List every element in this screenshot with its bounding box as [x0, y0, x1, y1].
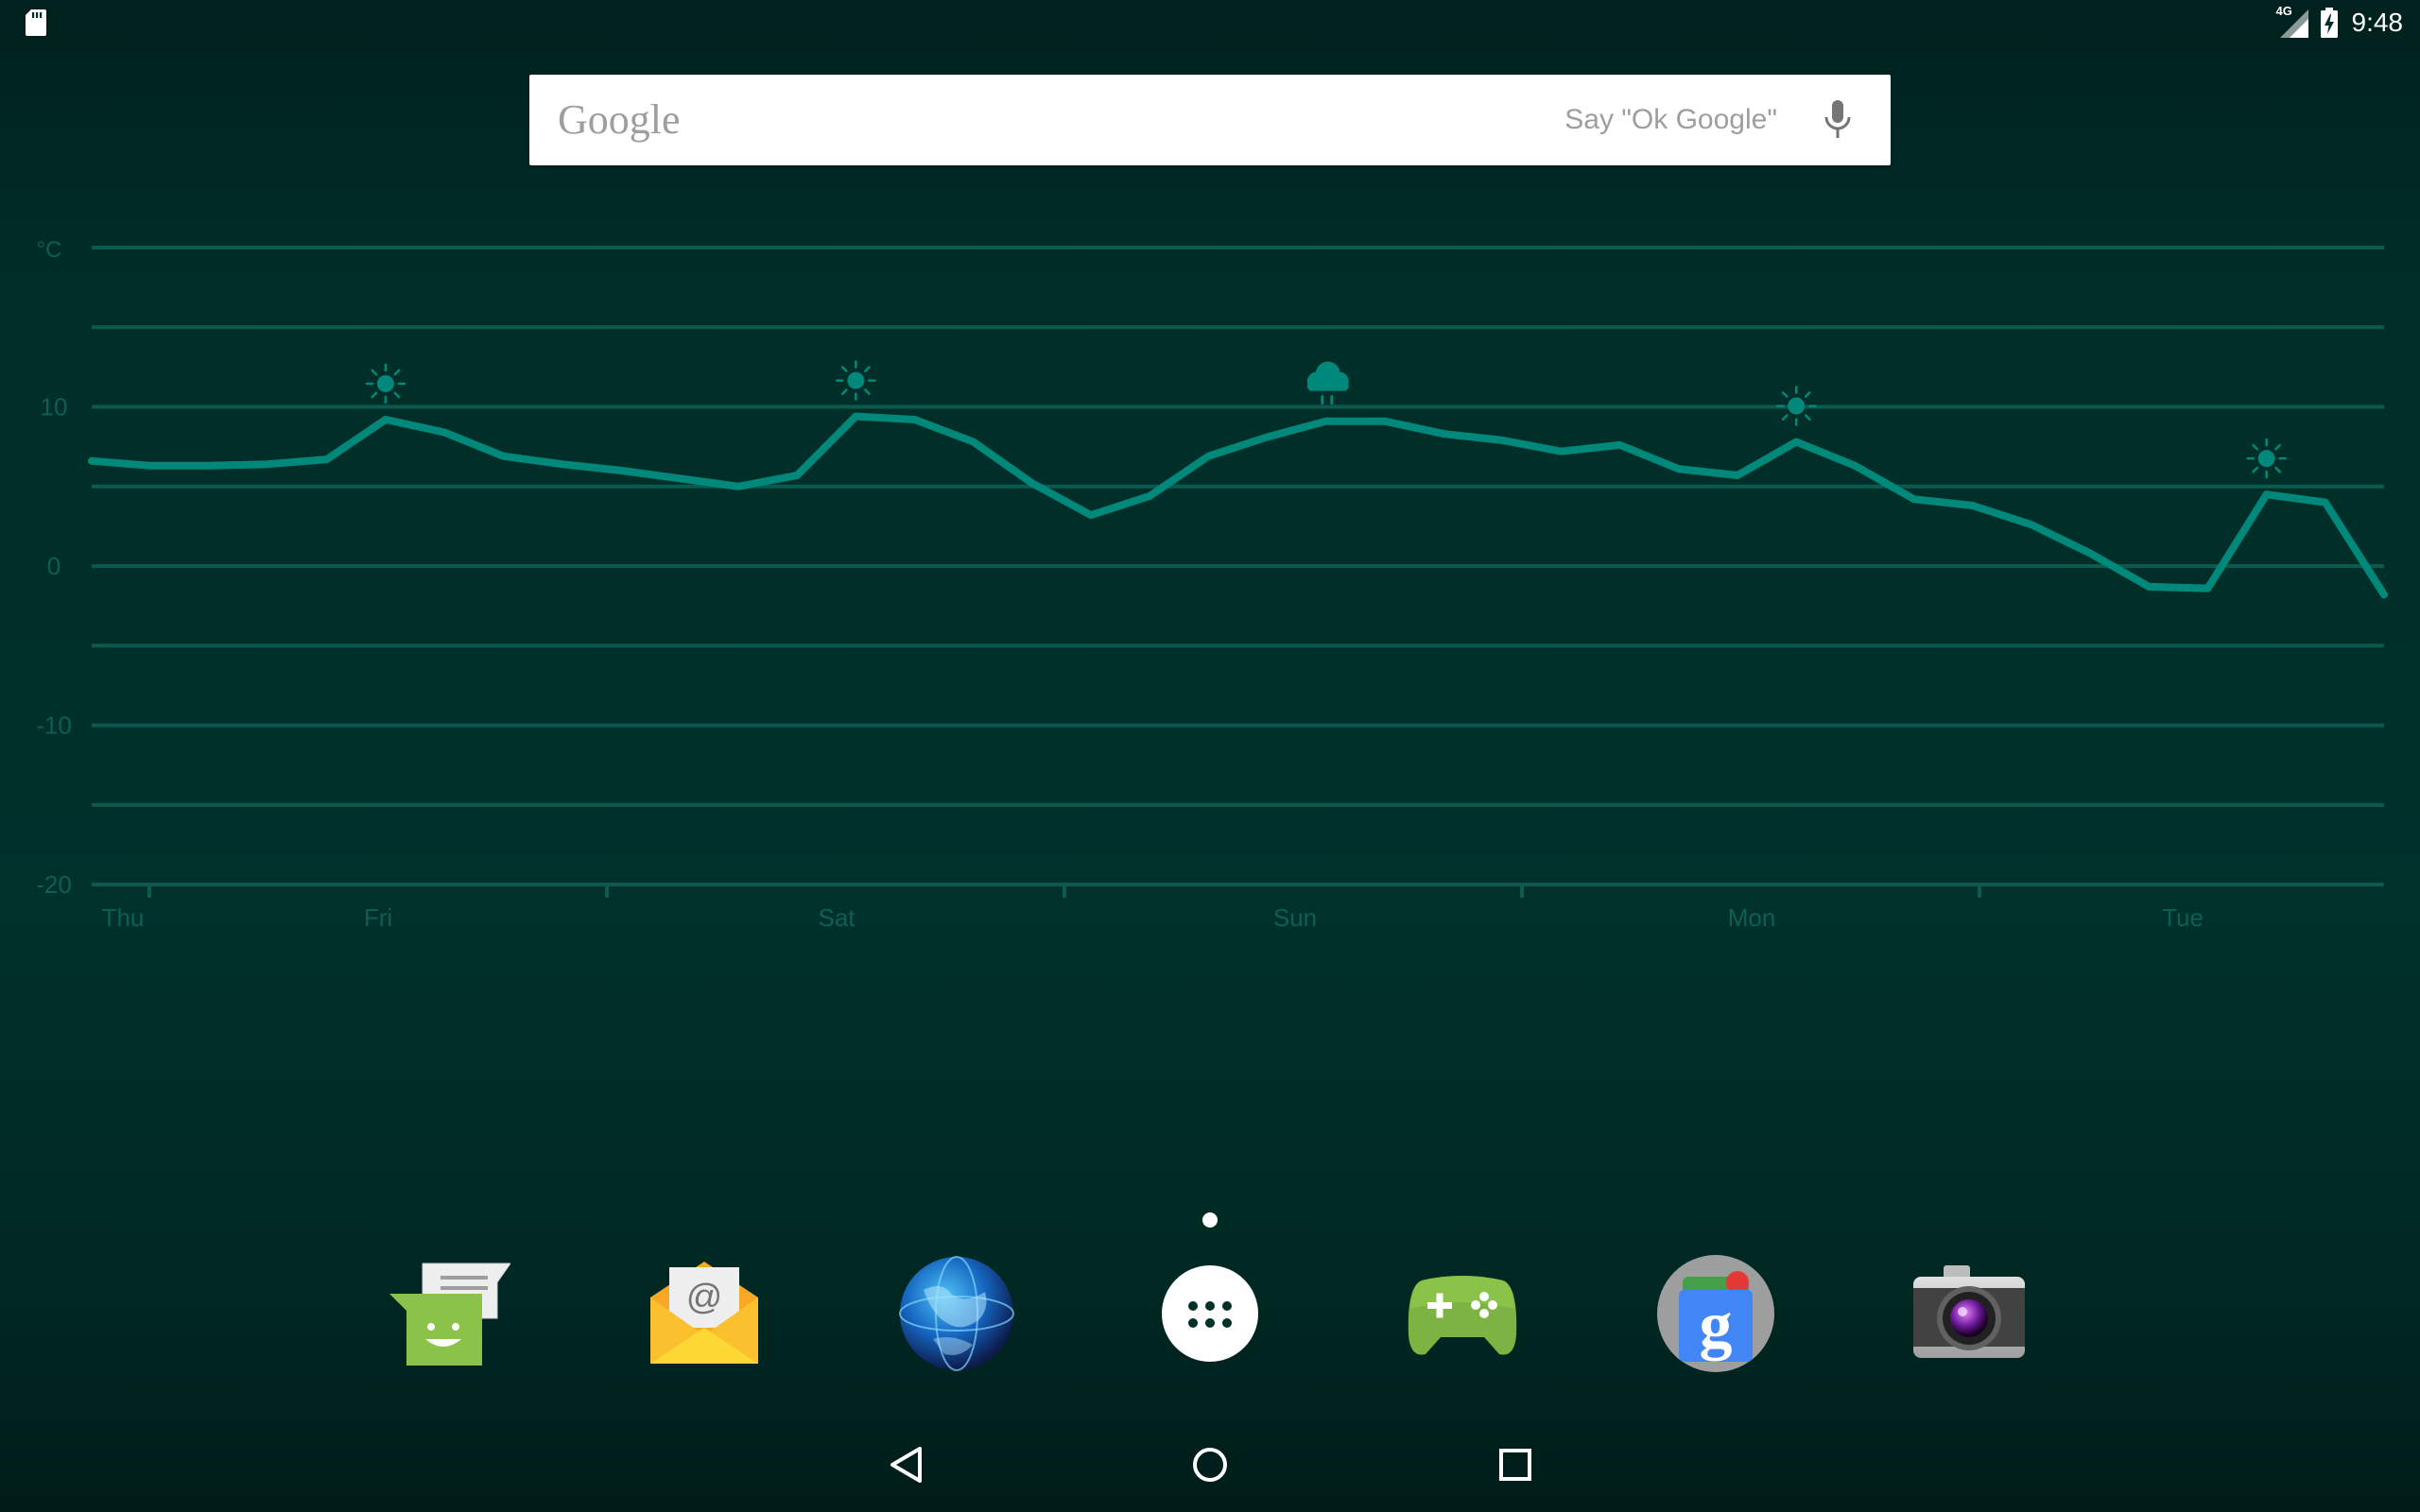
- y-tick-label: 10: [41, 393, 68, 421]
- camera-icon: [1913, 1265, 2025, 1358]
- navigation-bar: [0, 1418, 2420, 1512]
- day-label: Thu: [102, 903, 145, 932]
- battery-charging-icon: [2320, 8, 2338, 38]
- sun-icon: [2246, 438, 2287, 479]
- camera-app[interactable]: [1908, 1252, 2031, 1375]
- day-label: Tue: [2162, 903, 2204, 932]
- sun-icon: [1775, 386, 1817, 426]
- status-bar: 4G 9:48: [0, 0, 2420, 45]
- rain-cloud-icon: [1306, 361, 1349, 405]
- y-tick-label: 0: [47, 552, 60, 580]
- y-tick-label: -10: [36, 712, 72, 740]
- sd-card-icon: [26, 9, 46, 36]
- all-apps-button[interactable]: [1149, 1252, 1271, 1375]
- weather-chart: °C 10 0 -10 -20 Thu Fri Sat Sun Mon Tue: [36, 237, 2388, 932]
- browser-globe-icon: [899, 1256, 1014, 1371]
- y-unit-label: °C: [37, 237, 62, 263]
- back-icon[interactable]: [877, 1436, 934, 1493]
- voice-search-hint: Say "Ok Google": [1564, 104, 1777, 135]
- day-label: Mon: [1728, 903, 1776, 932]
- email-icon: @: [650, 1262, 758, 1364]
- messenger-icon: [389, 1263, 510, 1366]
- email-app[interactable]: @: [643, 1252, 766, 1375]
- messenger-app[interactable]: [388, 1252, 510, 1375]
- app-drawer-icon: [1162, 1265, 1258, 1362]
- recents-icon[interactable]: [1487, 1436, 1544, 1493]
- day-label: Sat: [818, 903, 856, 932]
- google-app-icon: g: [1657, 1255, 1774, 1372]
- status-time: 9:48: [2351, 8, 2404, 37]
- svg-text:@: @: [686, 1278, 723, 1317]
- browser-app[interactable]: [895, 1252, 1018, 1375]
- y-tick-label: -20: [36, 870, 72, 899]
- svg-text:g: g: [1700, 1289, 1733, 1362]
- google-logo: Google: [558, 96, 681, 143]
- sun-icon: [365, 363, 406, 404]
- day-label: Sun: [1273, 903, 1317, 932]
- play-games-app[interactable]: [1401, 1252, 1524, 1375]
- day-label: Fri: [364, 903, 392, 932]
- google-app[interactable]: g: [1654, 1252, 1777, 1375]
- google-search-bar[interactable]: Google Say "Ok Google": [529, 75, 1891, 165]
- signal-icon: 4G: [2276, 4, 2310, 40]
- mic-icon[interactable]: [1824, 100, 1852, 140]
- sun-icon: [836, 360, 876, 401]
- play-games-icon: [1408, 1276, 1517, 1355]
- page-indicator-dot: [1202, 1212, 1218, 1228]
- dock: @ g: [0, 1252, 2420, 1375]
- home-icon[interactable]: [1182, 1436, 1238, 1493]
